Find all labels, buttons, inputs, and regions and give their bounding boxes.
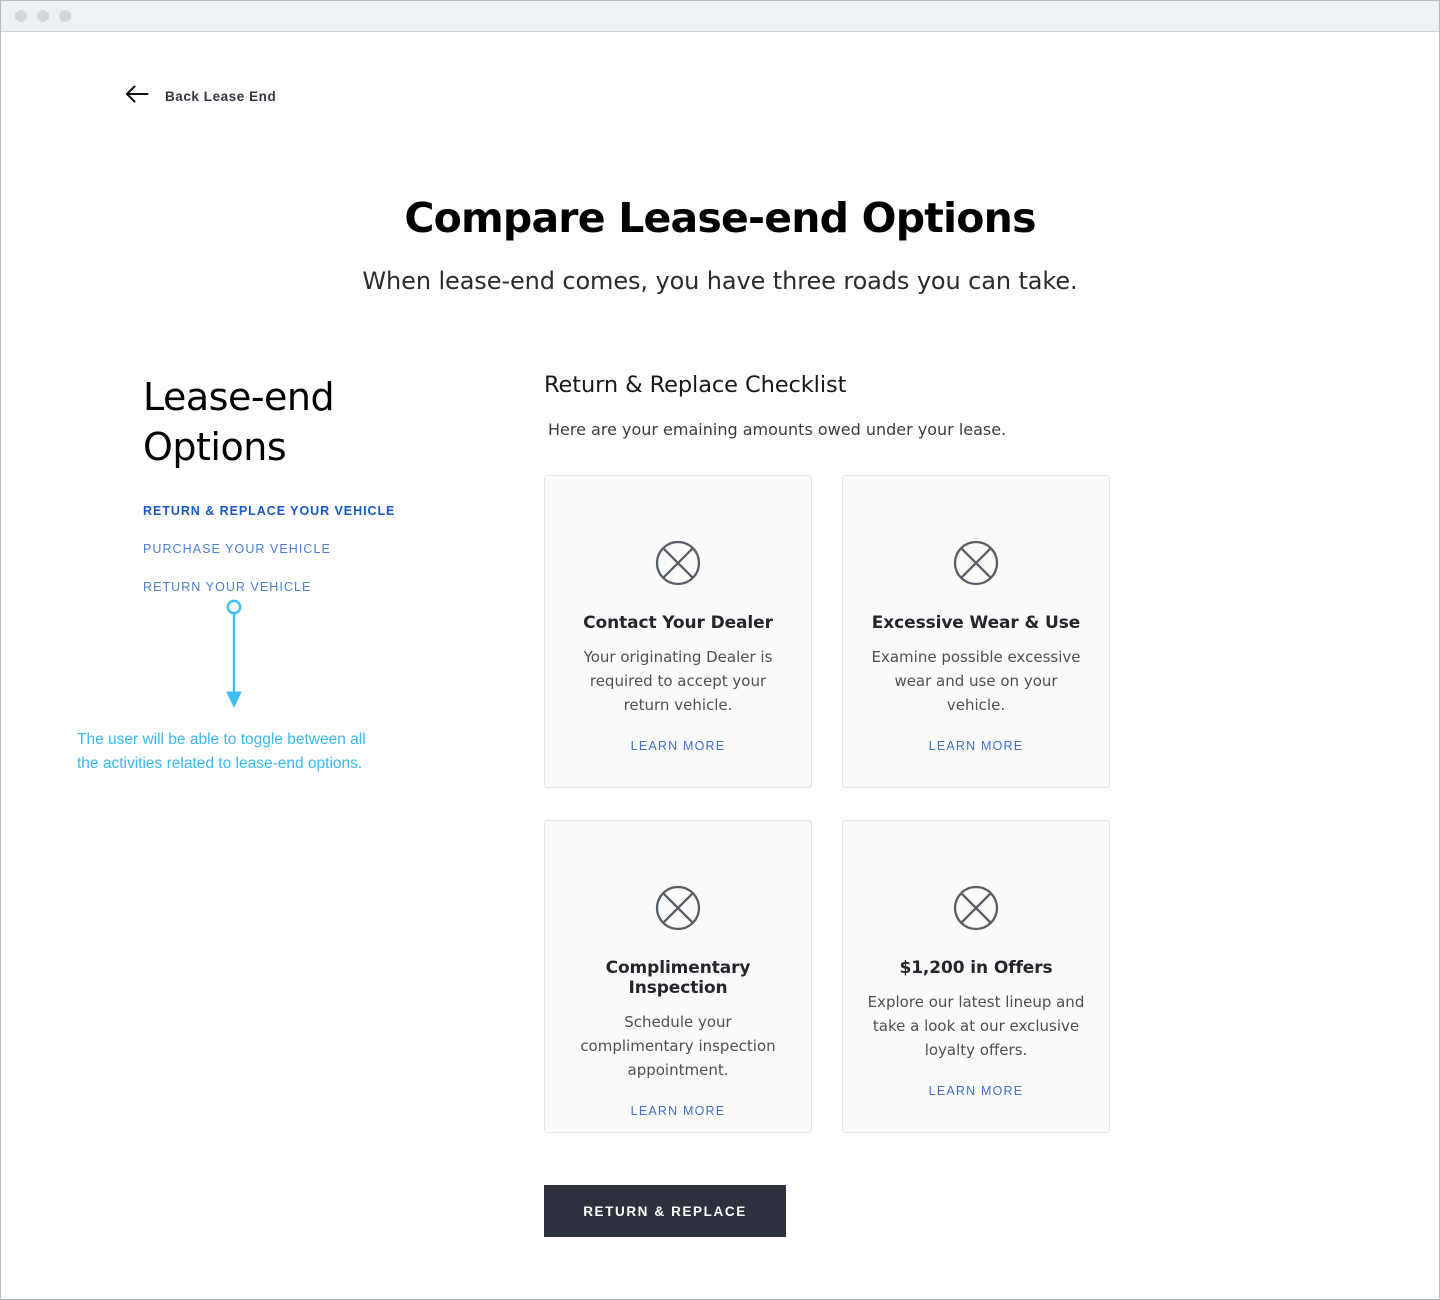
cta-row: RETURN & REPLACE: [544, 1185, 1114, 1237]
page-content: Back Lease End Compare Lease-end Options…: [1, 32, 1439, 1298]
browser-window: Back Lease End Compare Lease-end Options…: [0, 0, 1440, 1300]
card-description: Explore our latest lineup and take a loo…: [867, 993, 1085, 1059]
window-maximize-dot[interactable]: [59, 10, 71, 22]
page-title: Compare Lease-end Options: [404, 194, 1036, 242]
image-placeholder-icon: [655, 540, 701, 591]
checklist-panel: Return & Replace Checklist Here are your…: [544, 372, 1114, 1237]
card-description: Examine possible excessive wear and use …: [871, 648, 1081, 714]
checklist-subtitle: Here are your emaining amounts owed unde…: [548, 420, 1007, 439]
learn-more-link[interactable]: LEARN MORE: [929, 739, 1024, 753]
card-title: Excessive Wear & Use: [871, 613, 1081, 633]
image-placeholder-icon: [953, 540, 999, 591]
sidebar-item-return-and-replace[interactable]: RETURN & REPLACE YOUR VEHICLE: [143, 504, 473, 518]
learn-more-link[interactable]: LEARN MORE: [631, 739, 726, 753]
learn-more-link[interactable]: LEARN MORE: [631, 1104, 726, 1118]
annotation-arrow-down-icon: [222, 598, 246, 718]
card-description: Your originating Dealer is required to a…: [583, 648, 773, 714]
back-link-label: Back Lease End: [165, 89, 277, 104]
card-description: Schedule your complimentary inspection a…: [580, 1013, 776, 1079]
window-close-dot[interactable]: [15, 10, 27, 22]
lease-end-options-sidebar: Lease-end Options RETURN & REPLACE YOUR …: [143, 372, 473, 618]
window-minimize-dot[interactable]: [37, 10, 49, 22]
sidebar-item-purchase-vehicle[interactable]: PURCHASE YOUR VEHICLE: [143, 542, 473, 556]
checklist-title: Return & Replace Checklist: [544, 372, 847, 398]
window-titlebar: [1, 1, 1439, 32]
return-and-replace-button[interactable]: RETURN & REPLACE: [544, 1185, 786, 1237]
sidebar-item-return-vehicle[interactable]: RETURN YOUR VEHICLE: [143, 580, 473, 594]
sidebar-nav-list: RETURN & REPLACE YOUR VEHICLE PURCHASE Y…: [143, 504, 473, 594]
annotation-text: The user will be able to toggle between …: [77, 731, 366, 772]
checklist-card-excessive-wear-and-use[interactable]: Excessive Wear & Use Examine possible ex…: [842, 475, 1110, 788]
page-subtitle: When lease-end comes, you have three roa…: [362, 267, 1078, 295]
arrow-left-icon: [126, 85, 149, 108]
checklist-card-contact-your-dealer[interactable]: Contact Your Dealer Your originating Dea…: [544, 475, 812, 788]
learn-more-link[interactable]: LEARN MORE: [929, 1084, 1024, 1098]
window-controls: [15, 10, 71, 22]
card-title: $1,200 in Offers: [899, 958, 1053, 978]
sidebar-title: Lease-end Options: [143, 375, 335, 469]
checklist-card-offers[interactable]: $1,200 in Offers Explore our latest line…: [842, 820, 1110, 1133]
card-title: Contact Your Dealer: [583, 613, 773, 633]
back-link[interactable]: Back Lease End: [126, 85, 276, 108]
image-placeholder-icon: [953, 885, 999, 936]
card-title: Complimentary Inspection: [605, 958, 751, 998]
checklist-card-complimentary-inspection[interactable]: Complimentary Inspection Schedule your c…: [544, 820, 812, 1133]
checklist-card-grid: Contact Your Dealer Your originating Dea…: [544, 475, 1114, 1133]
image-placeholder-icon: [655, 885, 701, 936]
